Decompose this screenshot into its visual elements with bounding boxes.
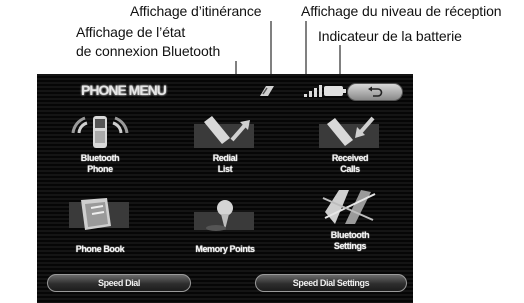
bluetooth-settings-icon: [322, 190, 376, 224]
speed-dial-settings-button[interactable]: Speed Dial Settings: [255, 274, 407, 292]
speed-dial-button[interactable]: Speed Dial: [47, 274, 191, 292]
redial-list-button[interactable]: Redial List: [170, 114, 280, 180]
bluetooth-phone-label-line1: Bluetooth: [80, 153, 120, 163]
memory-points-label: Memory Points: [195, 244, 255, 254]
roaming-icon: [260, 86, 274, 96]
received-phone-icon: [319, 116, 379, 148]
phone-book-button[interactable]: Phone Book: [45, 196, 155, 262]
phone-menu-screen: PHONE MENU Bluetooth Phone Redial List R…: [37, 74, 413, 303]
bluetooth-settings-label-line2: Settings: [333, 241, 367, 251]
received-calls-label-line2: Calls: [340, 164, 360, 174]
bluetooth-settings-label-line1: Bluetooth: [330, 230, 370, 240]
bluetooth-phone-icon: [71, 116, 129, 148]
bluetooth-phone-button[interactable]: Bluetooth Phone: [45, 114, 155, 180]
memory-pin-icon: [194, 200, 254, 231]
received-calls-button[interactable]: Received Calls: [295, 114, 405, 180]
phone-book-label: Phone Book: [75, 244, 125, 254]
redial-phone-icon: [194, 116, 254, 148]
redial-list-label-line1: Redial: [212, 153, 238, 163]
return-arrow-icon: [368, 86, 383, 97]
memory-points-button[interactable]: Memory Points: [170, 196, 280, 262]
reception-level-icon: [304, 85, 322, 97]
received-calls-label-line1: Received: [331, 153, 369, 163]
screen-title: PHONE MENU: [81, 82, 167, 98]
back-button[interactable]: [347, 83, 403, 101]
phone-book-icon: [69, 198, 129, 230]
battery-icon: [324, 86, 346, 96]
bluetooth-settings-button[interactable]: Bluetooth Settings: [295, 188, 405, 254]
bluetooth-phone-label-line2: Phone: [87, 164, 113, 174]
redial-list-label-line2: List: [217, 164, 233, 174]
